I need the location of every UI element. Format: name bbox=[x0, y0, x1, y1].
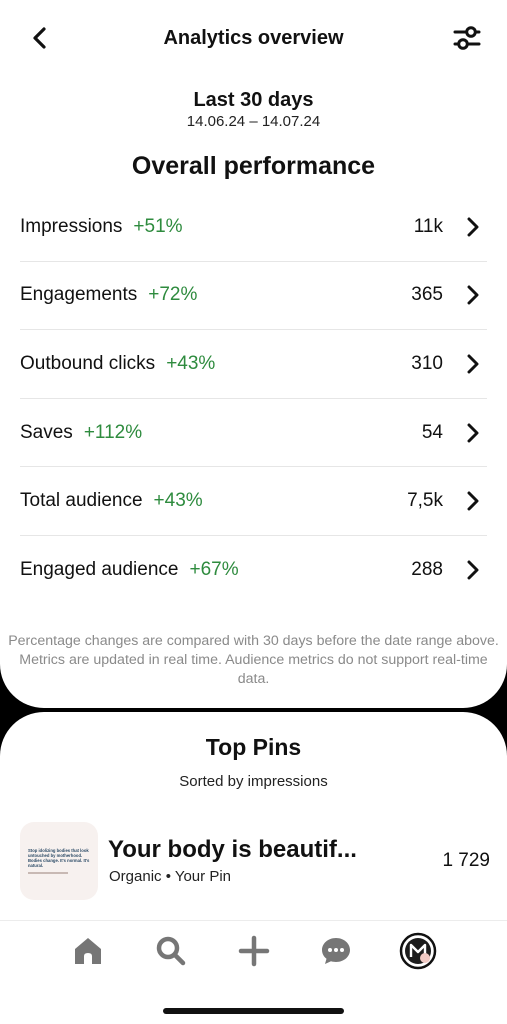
page-title: Analytics overview bbox=[163, 27, 344, 49]
tab-profile[interactable] bbox=[398, 932, 438, 975]
overview-card: Analytics overview Last 30 days 14.06.24… bbox=[0, 0, 507, 708]
pin-thumbnail-text: Stop idolizing bodies that look untouche… bbox=[28, 848, 90, 868]
metric-row-engaged-audience[interactable]: Engaged audience +67% 288 bbox=[20, 536, 487, 604]
metric-row-total-audience[interactable]: Total audience +43% 7,5k bbox=[20, 467, 487, 536]
metric-row-impressions[interactable]: Impressions +51% 11k bbox=[20, 193, 487, 262]
section-title: Overall performance bbox=[131, 152, 376, 180]
chevron-right-icon bbox=[463, 217, 483, 237]
footnote: Percentage changes are compared with 30 … bbox=[8, 633, 499, 687]
sliders-icon bbox=[453, 25, 481, 56]
pin-thumbnail-line bbox=[28, 872, 68, 874]
metric-row-outbound-clicks[interactable]: Outbound clicks +43% 310 bbox=[20, 330, 487, 399]
metric-name: Engagements bbox=[20, 284, 138, 306]
metric-change: +43% bbox=[153, 490, 203, 512]
top-pins-subtitle: Sorted by impressions bbox=[179, 773, 328, 790]
top-pins-title: Top Pins bbox=[205, 734, 302, 760]
metrics-list: Impressions +51% 11k Engagements +72% 36… bbox=[20, 193, 487, 604]
tab-search[interactable] bbox=[151, 933, 191, 973]
chat-icon bbox=[320, 935, 352, 972]
pin-impressions: 1 729 bbox=[442, 850, 490, 871]
tab-home[interactable] bbox=[68, 933, 108, 973]
metric-name: Impressions bbox=[20, 215, 123, 237]
bottom-tab-bar bbox=[0, 920, 507, 1024]
chevron-right-icon bbox=[463, 354, 483, 374]
metric-row-engagements[interactable]: Engagements +72% 365 bbox=[20, 262, 487, 331]
filter-button[interactable] bbox=[449, 22, 485, 58]
tab-messages[interactable] bbox=[316, 933, 356, 973]
header: Analytics overview bbox=[0, 18, 507, 62]
metric-change: +72% bbox=[148, 284, 198, 306]
profile-avatar-icon bbox=[399, 932, 437, 975]
date-period: Last 30 days 14.06.24 – 14.07.24 bbox=[0, 88, 507, 132]
pin-thumbnail: Stop idolizing bodies that look untouche… bbox=[20, 822, 98, 900]
metric-name: Engaged audience bbox=[20, 558, 179, 580]
period-range: 14.06.24 – 14.07.24 bbox=[186, 113, 321, 130]
search-icon bbox=[155, 935, 187, 972]
period-title: Last 30 days bbox=[193, 89, 314, 111]
metric-name: Total audience bbox=[20, 490, 143, 512]
chevron-right-icon bbox=[463, 423, 483, 443]
metric-value: 54 bbox=[421, 421, 443, 443]
metric-change: +112% bbox=[83, 421, 143, 443]
metric-value: 310 bbox=[411, 352, 443, 374]
tab-create[interactable] bbox=[234, 933, 274, 973]
metric-row-saves[interactable]: Saves +112% 54 bbox=[20, 399, 487, 468]
analytics-screen: Analytics overview Last 30 days 14.06.24… bbox=[0, 0, 507, 1024]
pin-meta: Organic • Your Pin bbox=[109, 868, 231, 885]
home-indicator bbox=[163, 1008, 344, 1014]
metric-name: Saves bbox=[20, 421, 73, 443]
metric-value: 288 bbox=[411, 558, 443, 580]
metric-value: 7,5k bbox=[407, 490, 443, 512]
metric-change: +51% bbox=[133, 215, 183, 237]
chevron-right-icon bbox=[463, 560, 483, 580]
pin-row[interactable]: Stop idolizing bodies that look untouche… bbox=[20, 822, 490, 902]
metric-value: 11k bbox=[413, 215, 443, 237]
plus-icon bbox=[238, 935, 270, 972]
metric-name: Outbound clicks bbox=[20, 352, 156, 374]
pin-title: Your body is beautif... bbox=[108, 836, 357, 863]
chevron-right-icon bbox=[463, 285, 483, 305]
metric-change: +43% bbox=[166, 352, 216, 374]
metric-change: +67% bbox=[189, 558, 239, 580]
chevron-right-icon bbox=[463, 491, 483, 511]
home-icon bbox=[72, 935, 104, 972]
metric-value: 365 bbox=[411, 284, 443, 306]
